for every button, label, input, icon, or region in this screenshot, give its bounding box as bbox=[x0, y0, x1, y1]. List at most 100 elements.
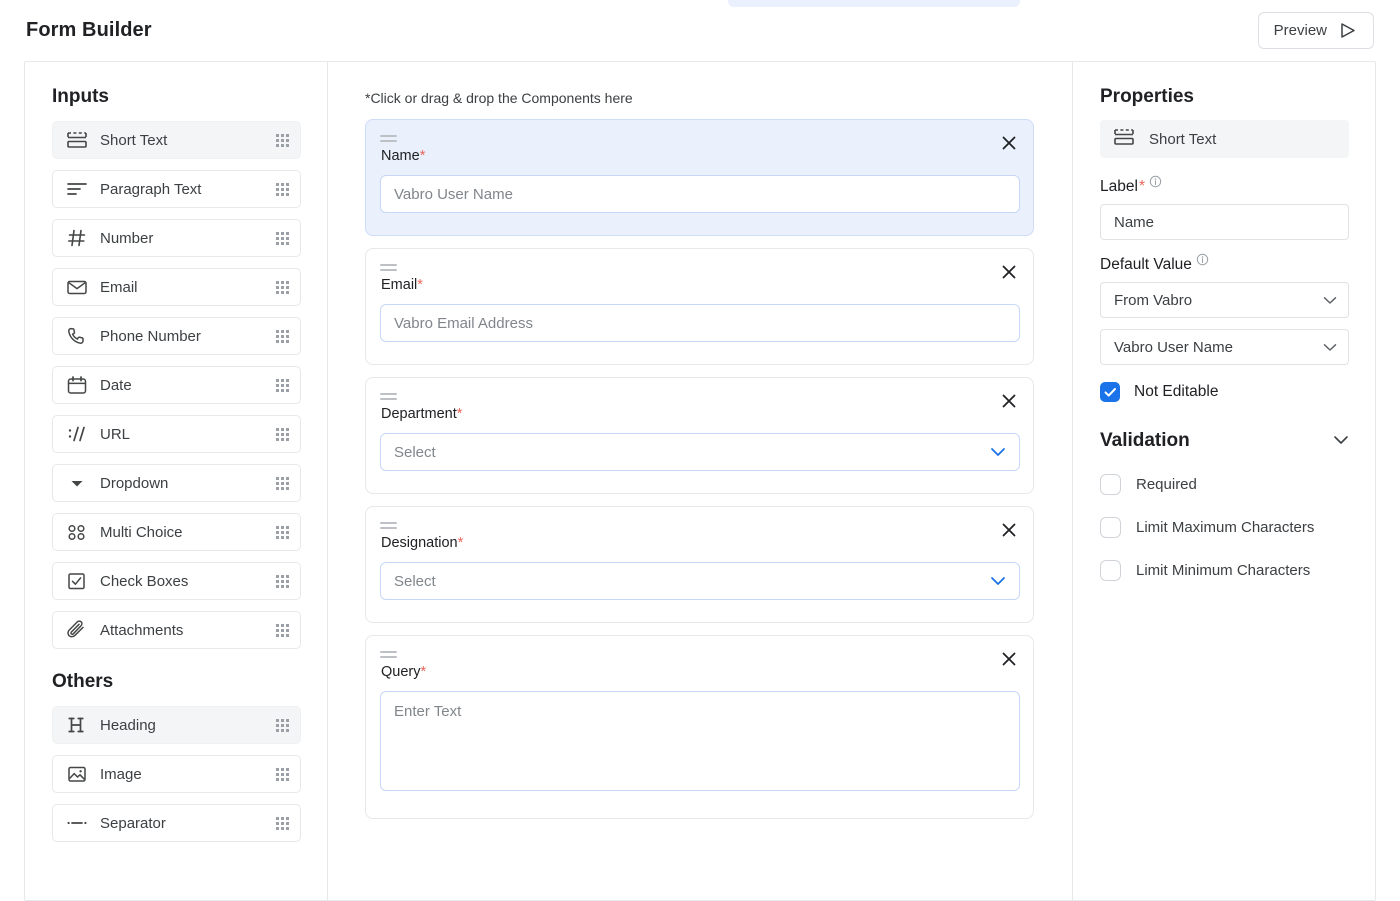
form-field-card-designation[interactable]: Designation*Select bbox=[365, 506, 1034, 623]
others-component-list: Heading Image Separator bbox=[52, 706, 301, 842]
drag-dots-icon[interactable] bbox=[276, 232, 289, 245]
section-title-others: Others bbox=[52, 671, 301, 693]
form-field-card-query[interactable]: Query* bbox=[365, 635, 1034, 819]
drag-grip-icon[interactable] bbox=[380, 522, 397, 529]
field-select-value: Select bbox=[394, 444, 436, 461]
page-title: Form Builder bbox=[26, 19, 152, 42]
close-x-icon[interactable] bbox=[999, 520, 1019, 540]
form-field-label: Email* bbox=[381, 277, 1020, 293]
drag-grip-icon[interactable] bbox=[380, 651, 397, 658]
image-icon bbox=[66, 764, 88, 784]
preview-button[interactable]: Preview bbox=[1258, 12, 1374, 49]
url-icon bbox=[66, 424, 88, 444]
calendar-icon bbox=[66, 375, 88, 395]
default-value-source-text: From Vabro bbox=[1114, 292, 1192, 309]
component-item-paragraph-text[interactable]: Paragraph Text bbox=[52, 170, 301, 208]
component-item-image[interactable]: Image bbox=[52, 755, 301, 793]
form-field-card-name[interactable]: Name* bbox=[365, 119, 1034, 236]
validation-option-limit-maximum-characters[interactable]: Limit Maximum Characters bbox=[1100, 517, 1349, 538]
form-field-card-department[interactable]: Department* Select bbox=[365, 377, 1034, 494]
field-input[interactable] bbox=[380, 304, 1020, 342]
drag-dots-icon[interactable] bbox=[276, 183, 289, 196]
field-select[interactable]: Select bbox=[380, 562, 1020, 600]
drag-grip-icon[interactable] bbox=[380, 264, 397, 271]
drag-dots-icon[interactable] bbox=[276, 719, 289, 732]
validation-section-header[interactable]: Validation bbox=[1100, 430, 1349, 452]
drag-dots-icon[interactable] bbox=[276, 428, 289, 441]
property-component-type: Short Text bbox=[1100, 120, 1349, 158]
default-value-text: Default Value bbox=[1100, 256, 1192, 274]
label-input[interactable] bbox=[1100, 204, 1349, 240]
validation-option-required[interactable]: Required bbox=[1100, 474, 1349, 495]
validation-option-label: Limit Minimum Characters bbox=[1136, 562, 1310, 579]
label-field-text: Label bbox=[1100, 178, 1138, 196]
component-item-label: Paragraph Text bbox=[100, 181, 276, 198]
separator-icon bbox=[66, 813, 88, 833]
chevron-down-icon bbox=[1323, 339, 1337, 356]
chevron-down-icon[interactable] bbox=[1333, 432, 1349, 450]
validation-checkbox[interactable] bbox=[1100, 474, 1121, 495]
validation-checkbox[interactable] bbox=[1100, 560, 1121, 581]
paperclip-icon bbox=[66, 620, 88, 640]
component-item-number[interactable]: Number bbox=[52, 219, 301, 257]
component-item-short-text[interactable]: Short Text bbox=[52, 121, 301, 159]
close-x-icon[interactable] bbox=[999, 391, 1019, 411]
info-circle-icon[interactable] bbox=[1196, 253, 1209, 271]
component-item-date[interactable]: Date bbox=[52, 366, 301, 404]
heading-icon bbox=[66, 715, 88, 735]
drag-dots-icon[interactable] bbox=[276, 477, 289, 490]
component-item-email[interactable]: Email bbox=[52, 268, 301, 306]
component-item-phone-number[interactable]: Phone Number bbox=[52, 317, 301, 355]
close-x-icon[interactable] bbox=[999, 133, 1019, 153]
not-editable-row[interactable]: Not Editable bbox=[1100, 382, 1349, 402]
field-select[interactable]: Select bbox=[380, 433, 1020, 471]
required-star: * bbox=[1139, 178, 1145, 196]
drag-dots-icon[interactable] bbox=[276, 768, 289, 781]
short-text-icon bbox=[1113, 127, 1135, 151]
form-fields-list: Name*Email*Department*SelectDesignation*… bbox=[365, 119, 1034, 819]
drag-dots-icon[interactable] bbox=[276, 575, 289, 588]
form-canvas[interactable]: *Click or drag & drop the Components her… bbox=[328, 62, 1072, 900]
component-item-check-boxes[interactable]: Check Boxes bbox=[52, 562, 301, 600]
component-item-label: Separator bbox=[100, 815, 276, 832]
component-item-dropdown[interactable]: Dropdown bbox=[52, 464, 301, 502]
default-value-field-select[interactable]: Vabro User Name bbox=[1100, 329, 1349, 365]
validation-option-limit-minimum-characters[interactable]: Limit Minimum Characters bbox=[1100, 560, 1349, 581]
drag-grip-icon[interactable] bbox=[380, 135, 397, 142]
drag-dots-icon[interactable] bbox=[276, 134, 289, 147]
close-x-icon[interactable] bbox=[999, 649, 1019, 669]
drag-dots-icon[interactable] bbox=[276, 817, 289, 830]
component-item-multi-choice[interactable]: Multi Choice bbox=[52, 513, 301, 551]
not-editable-checkbox[interactable] bbox=[1100, 382, 1120, 402]
section-title-inputs: Inputs bbox=[52, 86, 301, 108]
default-value-source-select[interactable]: From Vabro bbox=[1100, 282, 1349, 318]
property-component-type-label: Short Text bbox=[1149, 131, 1216, 148]
drag-dots-icon[interactable] bbox=[276, 379, 289, 392]
component-item-url[interactable]: URL bbox=[52, 415, 301, 453]
field-textarea[interactable] bbox=[380, 691, 1020, 791]
chevron-down-icon bbox=[990, 444, 1006, 461]
required-star: * bbox=[417, 277, 423, 293]
component-item-label: Multi Choice bbox=[100, 524, 276, 541]
drag-dots-icon[interactable] bbox=[276, 624, 289, 637]
label-field-caption: Label * bbox=[1100, 178, 1349, 196]
validation-title: Validation bbox=[1100, 430, 1190, 452]
component-item-separator[interactable]: Separator bbox=[52, 804, 301, 842]
component-item-attachments[interactable]: Attachments bbox=[52, 611, 301, 649]
form-field-label: Query* bbox=[381, 664, 1020, 680]
component-item-label: Phone Number bbox=[100, 328, 276, 345]
close-x-icon[interactable] bbox=[999, 262, 1019, 282]
hash-icon bbox=[66, 228, 88, 248]
drag-dots-icon[interactable] bbox=[276, 330, 289, 343]
properties-panel: Properties Short Text Label * bbox=[1072, 62, 1375, 900]
drag-grip-icon[interactable] bbox=[380, 393, 397, 400]
field-input[interactable] bbox=[380, 175, 1020, 213]
form-field-label: Department* bbox=[381, 406, 1020, 422]
validation-checkbox[interactable] bbox=[1100, 517, 1121, 538]
paragraph-text-icon bbox=[66, 179, 88, 199]
form-field-card-email[interactable]: Email* bbox=[365, 248, 1034, 365]
drag-dots-icon[interactable] bbox=[276, 281, 289, 294]
info-circle-icon[interactable] bbox=[1149, 175, 1162, 193]
component-item-heading[interactable]: Heading bbox=[52, 706, 301, 744]
drag-dots-icon[interactable] bbox=[276, 526, 289, 539]
